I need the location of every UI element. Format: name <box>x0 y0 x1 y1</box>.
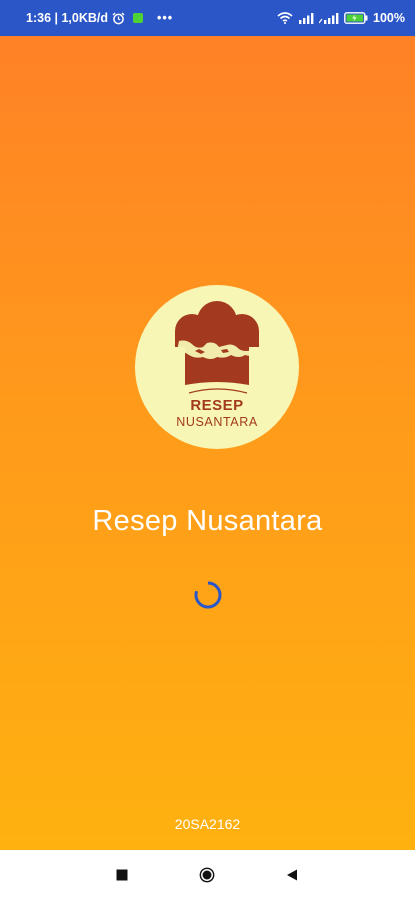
logo-text-nusantara: NUSANTARA <box>176 415 258 429</box>
app-title: Resep Nusantara <box>92 505 323 537</box>
recent-apps-button[interactable] <box>114 867 130 883</box>
status-time: 1:36 | 1,0KB/d <box>26 11 109 25</box>
logo-text-resep: RESEP <box>190 397 244 414</box>
alarm-icon <box>112 12 125 25</box>
loading-spinner-icon <box>193 580 223 610</box>
battery-percent: 100% <box>373 11 405 25</box>
battery-icon <box>344 12 368 24</box>
more-notifications-icon: ••• <box>157 11 174 25</box>
system-nav-bar <box>0 850 415 900</box>
home-button[interactable] <box>199 867 215 883</box>
back-button[interactable] <box>284 867 300 883</box>
wifi-icon <box>277 12 293 24</box>
circle-icon <box>199 867 215 883</box>
splash-screen: 1:36 | 1,0KB/d ••• 100% RESEP NUSANTARA … <box>0 0 415 900</box>
signal-icon <box>298 12 314 24</box>
signal-icon <box>319 12 339 24</box>
app-logo: RESEP NUSANTARA <box>135 285 299 449</box>
square-icon <box>116 869 128 881</box>
triangle-back-icon <box>287 869 297 881</box>
app-notification-icon <box>133 13 144 23</box>
status-bar: 1:36 | 1,0KB/d ••• 100% <box>0 0 415 36</box>
build-version: 20SA2162 <box>174 816 241 832</box>
